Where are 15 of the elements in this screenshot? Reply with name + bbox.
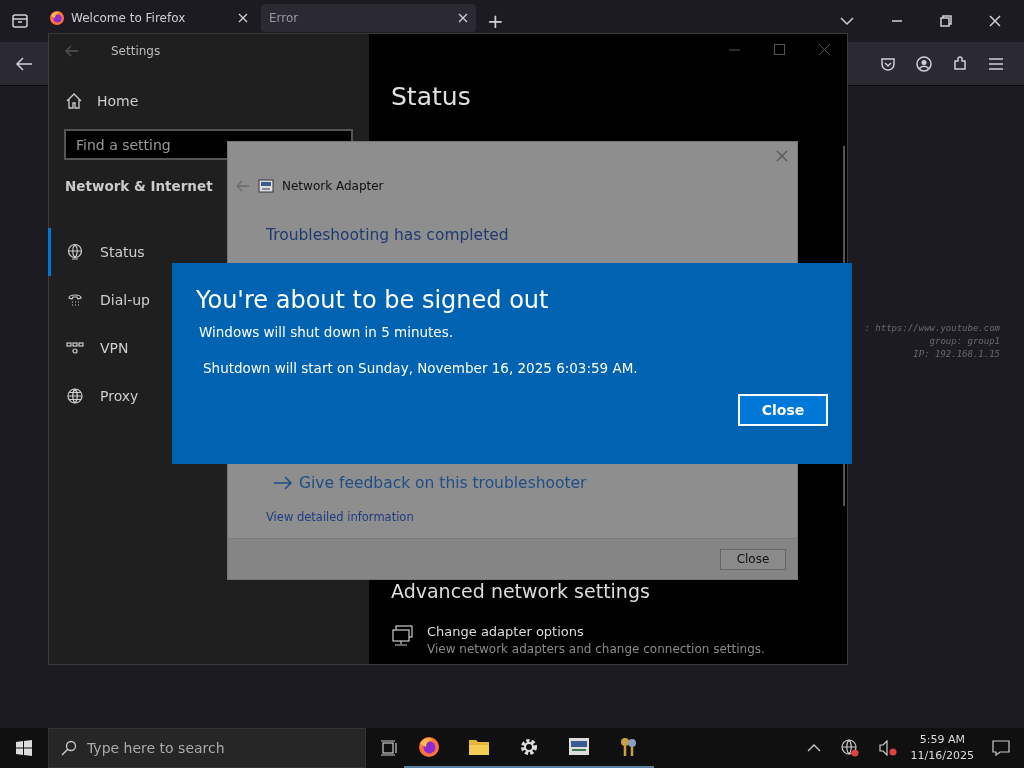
dialog-title: You're about to be signed out [196,285,550,315]
page-heading: Status [391,82,472,111]
option-description: View network adapters and change connection settings. [427,642,765,656]
section-heading: Advanced network settings [391,580,651,602]
message-text: Windows will shut down in 5 minutes. [199,324,454,340]
console-text: group: group1 [928,335,1000,348]
window-title: Settings [111,43,161,58]
dialog-title: Network Adapter [282,179,384,193]
tab-title: Error [269,11,300,25]
console-text: IP: 192.168.1.15 [912,348,1000,361]
message-text: Shutdown will start on Sunday, November 16, 2025 6:03:59 AM. [203,360,639,376]
console-text: : https://www.youtube.com [864,322,1000,335]
tab-title: Welcome to Firefox [71,11,187,25]
option-title: Change adapter options [427,624,585,639]
section-heading: Network & Internet [65,178,213,194]
